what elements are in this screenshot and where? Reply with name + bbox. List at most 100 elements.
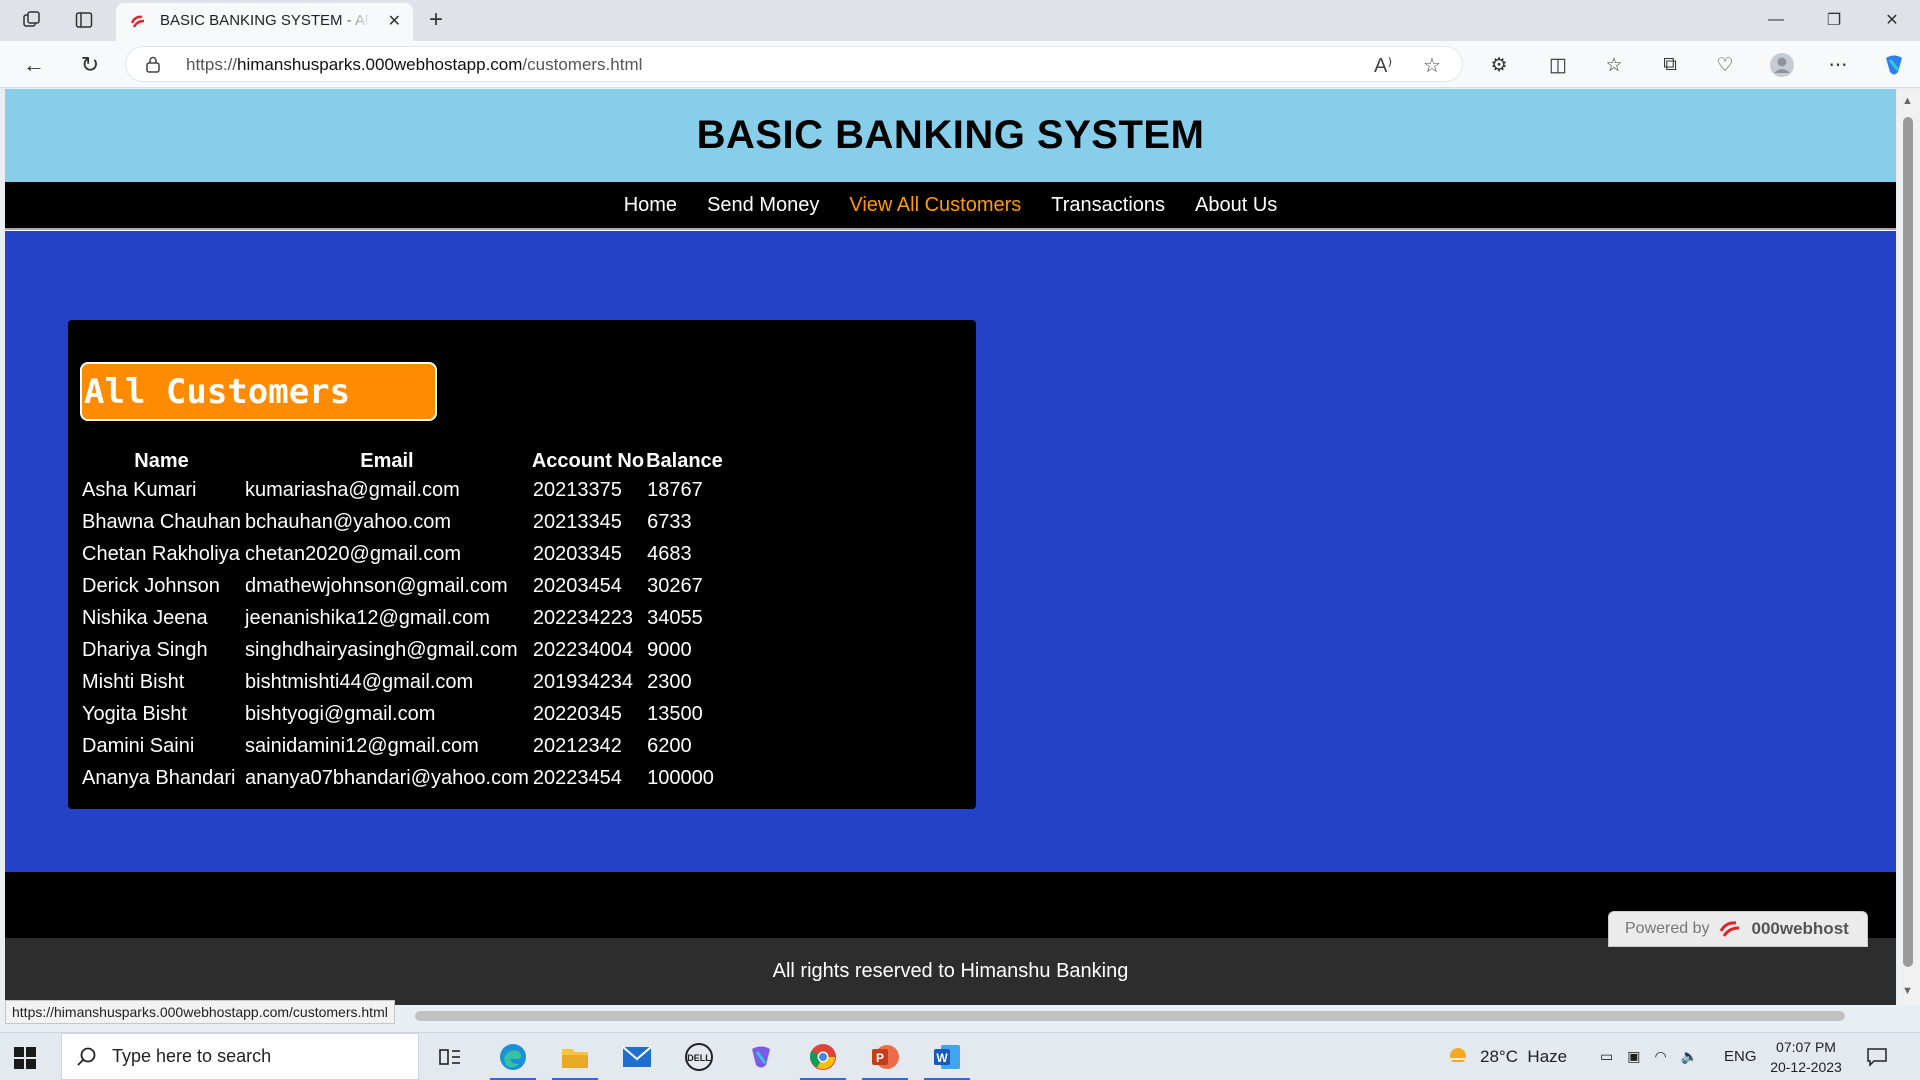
customer-name: Dhariya Singh [82,638,208,661]
powered-by-brand: 000webhost [1751,919,1849,938]
clock-date: 20-12-2023 [1770,1059,1842,1075]
customer-balance: 2300 [647,670,692,693]
dell-icon[interactable]: DELL [670,1037,728,1077]
customer-name: Chetan Rakholiya [82,542,240,565]
table-row: Ananya Bhandari ananya07bhandari@yahoo.c… [80,762,724,794]
lock-icon[interactable] [146,56,160,73]
notifications-icon[interactable] [1866,1033,1888,1080]
table-row: Dhariya Singh singhdhairyasingh@gmail.co… [80,634,724,666]
new-tab-icon[interactable]: + [421,5,451,35]
powered-by-label: Powered by [1625,920,1710,937]
customer-account: 20213375 [532,478,622,501]
nav-view-all-customers[interactable]: View All Customers [849,194,1021,217]
scroll-up-arrow-icon[interactable]: ▲ [1902,95,1913,107]
volume-icon[interactable]: 🔈 [1681,1048,1698,1065]
meet-now-icon[interactable]: ▣ [1627,1048,1640,1065]
nav-about-us[interactable]: About Us [1195,194,1277,217]
svg-text:DELL: DELL [687,1053,711,1063]
browser-essentials-icon[interactable]: ♡ [1711,51,1739,79]
file-explorer-icon[interactable] [546,1037,604,1080]
close-tab-icon[interactable]: ✕ [388,11,401,31]
customers-table: Name Email Account No Balance Asha Kumar… [80,448,724,794]
task-view-icon[interactable] [421,1037,479,1077]
url-field[interactable]: https://himanshusparks.000webhostapp.com… [125,46,1463,82]
taskbar-search[interactable]: Type here to search [61,1033,419,1080]
powered-by-badge[interactable]: Powered by 000webhost [1608,911,1868,947]
customer-balance: 4683 [647,542,692,565]
customer-balance: 9000 [647,638,692,661]
customer-account: 202234223 [532,606,633,629]
language-indicator[interactable]: ENG [1724,1033,1757,1080]
reload-icon[interactable]: ↻ [74,50,106,80]
customer-email: bishtmishti44@gmail.com [245,670,474,693]
table-row: Derick Johnson dmathewjohnson@gmail.com … [80,570,724,602]
customer-name: Bhawna Chauhan [82,510,242,533]
customer-balance: 6733 [647,510,692,533]
customer-account: 20220345 [532,702,622,725]
table-row: Asha Kumari kumariasha@gmail.com 2021337… [80,474,724,506]
workspaces-icon[interactable] [17,7,47,33]
search-icon [77,1047,96,1066]
url-text: https://himanshusparks.000webhostapp.com… [186,55,643,74]
customer-account: 20212342 [532,734,622,757]
word-icon[interactable]: W [918,1037,976,1080]
vertical-scrollbar[interactable]: ▲ ▼ [1897,89,1920,1005]
more-menu-icon[interactable]: ⋯ [1824,51,1852,79]
haze-weather-icon [1447,1047,1469,1064]
favorites-icon[interactable]: ☆ [1600,51,1628,79]
customer-name: Derick Johnson [82,574,220,597]
table-header-row: Name Email Account No Balance [80,448,724,474]
page-viewport: BASIC BANKING SYSTEM Home Send Money Vie… [5,89,1896,1005]
customer-name: Damini Saini [82,734,195,757]
nav-home[interactable]: Home [624,194,677,217]
customer-balance: 18767 [647,478,703,501]
collections-icon[interactable]: ⧉ [1656,51,1684,79]
active-tab[interactable]: BASIC BANKING SYSTEM - All Customers ✕ [116,3,413,41]
back-icon[interactable]: ← [18,50,50,80]
nav-transactions[interactable]: Transactions [1051,194,1165,217]
scroll-down-arrow-icon[interactable]: ▼ [1902,985,1913,997]
customer-email: sainidamini12@gmail.com [245,734,479,757]
customer-name: Yogita Bisht [82,702,187,725]
read-aloud-icon[interactable]: A⁾ [1374,53,1392,78]
minimize-icon[interactable]: — [1748,0,1804,40]
horizontal-scrollbar[interactable] [415,1011,1845,1021]
split-screen-icon[interactable]: ◫ [1544,51,1572,79]
table-row: Nishika Jeena jeenanishika12@gmail.com 2… [80,602,724,634]
vertical-tabs-icon[interactable] [69,7,99,33]
wifi-icon[interactable]: ◠ [1654,1048,1666,1065]
chrome-icon[interactable] [794,1037,852,1080]
edge-browser-icon[interactable] [484,1037,542,1080]
powerpoint-icon[interactable]: P [856,1037,914,1080]
extensions-icon[interactable]: ⚙ [1485,51,1513,79]
000webhost-favicon-icon [130,15,145,28]
column-header-balance: Balance [646,449,723,472]
customer-balance: 100000 [647,766,714,789]
mail-icon[interactable] [608,1037,666,1077]
customer-name: Ananya Bhandari [82,766,236,789]
clock-time: 07:07 PM [1776,1039,1836,1055]
copilot-app-icon[interactable] [732,1037,790,1077]
clock[interactable]: 07:07 PM 20-12-2023 [1766,1037,1846,1077]
favorite-star-icon[interactable]: ☆ [1423,53,1441,78]
nav-send-money[interactable]: Send Money [707,194,819,217]
customer-email: jeenanishika12@gmail.com [245,606,490,629]
table-row: Yogita Bisht bishtyogi@gmail.com 2022034… [80,698,724,730]
restore-icon[interactable]: ❐ [1806,0,1862,40]
000webhost-logo-icon [1719,921,1739,937]
profile-avatar-icon[interactable] [1768,51,1796,79]
copilot-icon[interactable] [1880,51,1908,79]
customer-balance: 34055 [647,606,703,629]
scroll-thumb[interactable] [1903,117,1913,967]
footer: All rights reserved to Himanshu Banking [5,938,1896,1005]
weather-widget[interactable]: 28°C Haze [1444,1033,1567,1080]
table-row: Bhawna Chauhan bchauhan@yahoo.com 202133… [80,506,724,538]
customer-email: singhdhairyasingh@gmail.com [245,638,518,661]
address-bar: ← ↻ https://himanshusparks.000webhostapp… [0,41,1920,88]
battery-icon[interactable]: ▭ [1600,1048,1613,1065]
table-row: Mishti Bisht bishtmishti44@gmail.com 201… [80,666,724,698]
windows-start-icon[interactable] [14,1047,36,1069]
column-header-email: Email [360,449,414,472]
status-url-tooltip: https://himanshusparks.000webhostapp.com… [5,1000,395,1024]
close-window-icon[interactable]: ✕ [1864,0,1920,40]
